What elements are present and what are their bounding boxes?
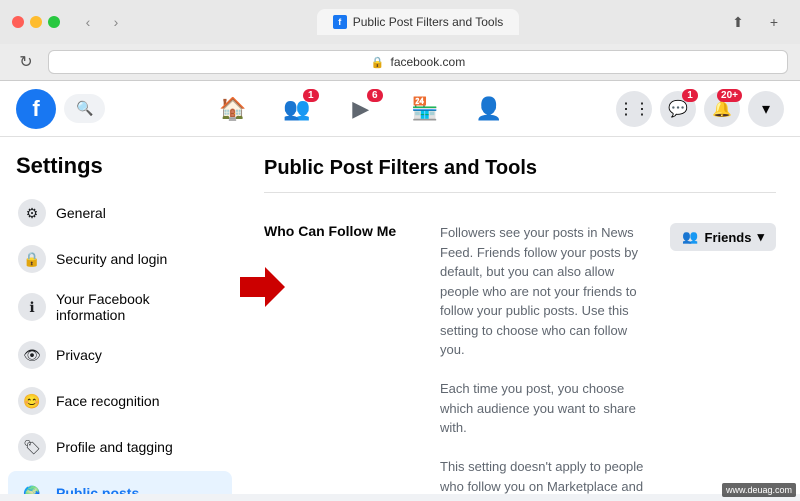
public-posts-icon: 🌍 [18, 479, 46, 494]
sidebar-item-general[interactable]: ⚙ General [8, 191, 232, 235]
tab-title: Public Post Filters and Tools [353, 15, 504, 29]
fb-info-icon: ℹ [18, 293, 46, 321]
who-can-follow-desc3: This setting doesn't apply to people who… [440, 459, 643, 494]
forward-button[interactable]: › [104, 10, 128, 34]
sidebar-item-face-recognition[interactable]: 😊 Face recognition [8, 379, 232, 423]
share-button[interactable]: ⬆ [724, 8, 752, 36]
friends-badge: 1 [303, 89, 319, 102]
watermark: www.deuag.com [722, 483, 796, 497]
sidebar-label-face-recognition: Face recognition [56, 393, 160, 409]
new-tab-button[interactable]: + [760, 8, 788, 36]
face-recognition-icon: 😊 [18, 387, 46, 415]
profile-tagging-icon: 🏷 [18, 433, 46, 461]
sidebar: Settings ⚙ General 🔒 Security and login … [0, 137, 240, 494]
reload-button[interactable]: ↻ [12, 48, 40, 76]
sidebar-item-privacy[interactable]: 👁 Privacy [8, 333, 232, 377]
title-bar: ‹ › f Public Post Filters and Tools ⬆ + [0, 0, 800, 44]
sidebar-label-privacy: Privacy [56, 347, 102, 363]
who-can-follow-content: Followers see your posts in News Feed. F… [440, 223, 654, 494]
nav-account[interactable]: ▾ [748, 91, 784, 127]
browser-tab[interactable]: f Public Post Filters and Tools [317, 9, 520, 35]
nav-marketplace[interactable]: 🏪 [395, 85, 455, 133]
main-layout: Settings ⚙ General 🔒 Security and login … [0, 137, 800, 494]
friends-btn-label: Friends [705, 230, 752, 245]
friends-btn-chevron: ▾ [757, 229, 764, 245]
watch-icon: ▶ [352, 96, 369, 122]
address-bar[interactable]: 🔒 facebook.com [48, 50, 788, 74]
nav-watch[interactable]: ▶ 6 [331, 85, 391, 133]
sidebar-label-general: General [56, 205, 106, 221]
back-button[interactable]: ‹ [76, 10, 100, 34]
tab-favicon: f [333, 15, 347, 29]
nav-home[interactable]: 🏠 [203, 85, 263, 133]
traffic-lights [12, 16, 60, 28]
general-icon: ⚙ [18, 199, 46, 227]
search-icon: 🔍 [76, 100, 93, 117]
watch-badge: 6 [367, 89, 383, 102]
minimize-button[interactable] [30, 16, 42, 28]
fb-search[interactable]: 🔍 [64, 94, 105, 123]
home-icon: 🏠 [219, 96, 246, 122]
sidebar-item-public-posts[interactable]: 🌍 Public posts [8, 471, 232, 494]
maximize-button[interactable] [48, 16, 60, 28]
address-bar-row: ↻ 🔒 facebook.com [0, 44, 800, 80]
who-can-follow-action: 👥 Friends ▾ [670, 223, 776, 251]
fb-logo: f [16, 89, 56, 129]
messenger-badge: 1 [682, 89, 698, 102]
close-button[interactable] [12, 16, 24, 28]
sidebar-label-fb-info: Your Facebook information [56, 291, 222, 323]
who-can-follow-label: Who Can Follow Me [264, 223, 424, 239]
page-title: Public Post Filters and Tools [264, 157, 776, 193]
sidebar-item-security[interactable]: 🔒 Security and login [8, 237, 232, 281]
notifications-badge: 20+ [717, 89, 742, 102]
privacy-icon: 👁 [18, 341, 46, 369]
sidebar-item-profile-tagging[interactable]: 🏷 Profile and tagging [8, 425, 232, 469]
nav-groups[interactable]: 👤 [459, 85, 519, 133]
fb-nav-center: 🏠 👥 1 ▶ 6 🏪 👤 [113, 85, 608, 133]
nav-notifications[interactable]: 🔔 20+ [704, 91, 740, 127]
lock-icon: 🔒 [371, 56, 385, 69]
who-can-follow-button[interactable]: 👥 Friends ▾ [670, 223, 776, 251]
nav-buttons: ‹ › [76, 10, 128, 34]
row-who-can-follow: Who Can Follow Me Followers see your pos… [264, 209, 776, 494]
nav-menu[interactable]: ⋮⋮ [616, 91, 652, 127]
security-icon: 🔒 [18, 245, 46, 273]
sidebar-title: Settings [8, 153, 232, 191]
marketplace-icon: 🏪 [411, 96, 438, 122]
fb-navbar: f 🔍 🏠 👥 1 ▶ 6 🏪 👤 ⋮⋮ 💬 1 🔔 20+ [0, 81, 800, 137]
red-arrow [240, 267, 280, 307]
groups-icon: 👤 [475, 96, 502, 122]
sidebar-item-fb-info[interactable]: ℹ Your Facebook information [8, 283, 232, 331]
who-can-follow-description: Followers see your posts in News Feed. F… [440, 225, 638, 357]
fb-nav-right: ⋮⋮ 💬 1 🔔 20+ ▾ [616, 91, 784, 127]
nav-messenger[interactable]: 💬 1 [660, 91, 696, 127]
sidebar-label-profile-tagging: Profile and tagging [56, 439, 173, 455]
nav-friends[interactable]: 👥 1 [267, 85, 327, 133]
sidebar-label-security: Security and login [56, 251, 167, 267]
url-text: facebook.com [390, 55, 465, 69]
sidebar-label-public-posts: Public posts [56, 485, 139, 494]
friends-btn-icon: 👥 [682, 229, 698, 245]
content-area: Public Post Filters and Tools Who Can Fo… [240, 137, 800, 494]
who-can-follow-desc2: Each time you post, you choose which aud… [440, 381, 636, 435]
